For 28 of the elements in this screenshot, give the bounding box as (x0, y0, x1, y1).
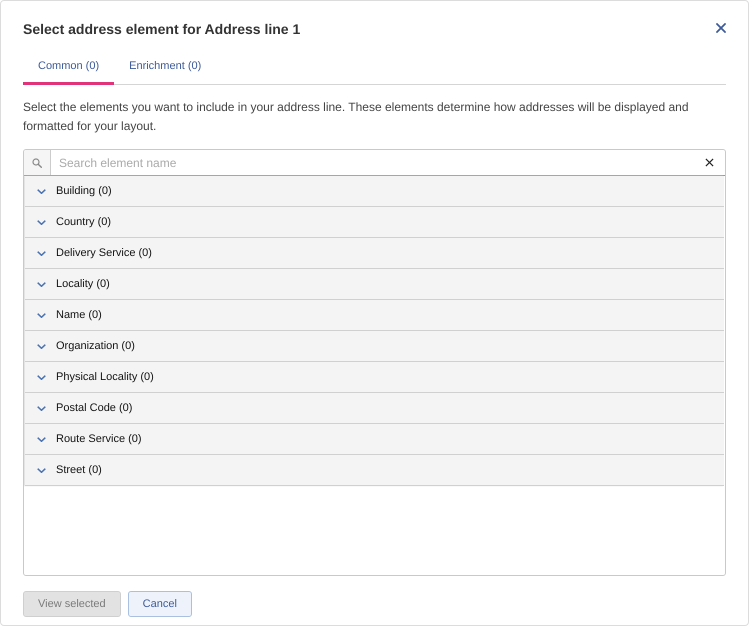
element-group-row[interactable]: Postal Code (0) (25, 393, 724, 424)
element-group-row[interactable]: Street (0) (25, 455, 724, 486)
cancel-button[interactable]: Cancel (128, 591, 192, 617)
description-text: Select the elements you want to include in your address line. These elements determine how addresses will be displayed and formatted for your layout. (23, 99, 690, 135)
element-group-row[interactable]: Route Service (0) (25, 424, 724, 455)
group-label: Street (0) (56, 464, 102, 476)
group-label: Country (0) (56, 216, 112, 228)
group-label: Route Service (0) (56, 433, 142, 445)
close-icon[interactable] (716, 23, 726, 33)
tab[interactable]: Common (0) (23, 51, 114, 85)
dialog-title: Select address element for Address line 1 (23, 20, 300, 38)
group-label: Building (0) (56, 185, 112, 197)
element-group-row[interactable]: Name (0) (25, 300, 724, 331)
tab[interactable]: Enrichment (0) (114, 51, 216, 85)
group-label: Organization (0) (56, 340, 135, 352)
element-group-row[interactable]: Organization (0) (25, 331, 724, 362)
group-label: Physical Locality (0) (56, 371, 154, 383)
element-group-row[interactable]: Physical Locality (0) (25, 362, 724, 393)
element-group-row[interactable]: Building (0) (25, 176, 724, 207)
group-label: Locality (0) (56, 278, 110, 290)
clear-icon[interactable] (705, 158, 714, 167)
group-label: Delivery Service (0) (56, 247, 152, 259)
element-group-row[interactable]: Locality (0) (25, 269, 724, 300)
group-label: Postal Code (0) (56, 402, 132, 414)
group-label: Name (0) (56, 309, 102, 321)
element-group-row[interactable]: Delivery Service (0) (25, 238, 724, 269)
element-group-row[interactable]: Country (0) (25, 207, 724, 238)
search-field[interactable]: Search element name (51, 151, 699, 174)
